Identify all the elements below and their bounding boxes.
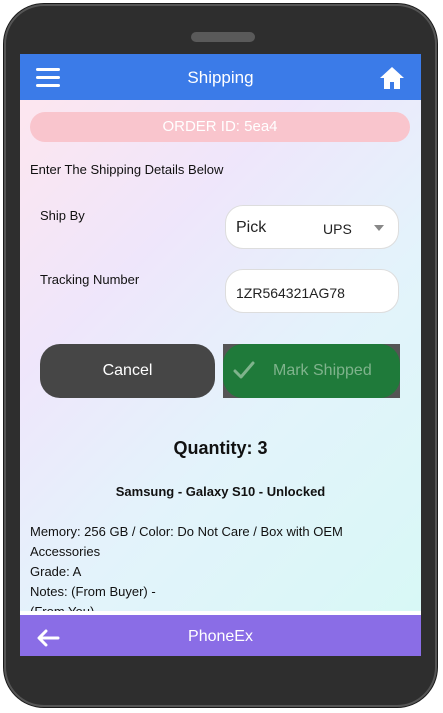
brand-name: PhoneEx xyxy=(188,628,253,645)
page-title: Shipping xyxy=(187,68,254,87)
details-line-buyer-notes: Notes: (From Buyer) - xyxy=(30,584,156,599)
mark-shipped-label: Mark Shipped xyxy=(273,362,372,379)
ship-by-placeholder: Pick xyxy=(236,219,267,236)
home-icon[interactable] xyxy=(379,66,405,90)
details-line-memory: Memory: 256 GB / Color: Do Not Care / Bo… xyxy=(30,524,343,559)
ship-by-select[interactable]: Pick UPS xyxy=(225,205,399,249)
ship-by-value: UPS xyxy=(323,221,352,237)
tracking-number-input[interactable]: 1ZR564321AG78 xyxy=(225,269,399,313)
main-content: ORDER ID: 5ea4 Enter The Shipping Detail… xyxy=(20,100,421,611)
screen: Shipping ORDER ID: 5ea4 Enter The Shippi… xyxy=(20,54,421,656)
top-bar: Shipping xyxy=(20,54,421,100)
phone-frame: Shipping ORDER ID: 5ea4 Enter The Shippi… xyxy=(4,4,437,707)
details-line-your-notes: (From You) - xyxy=(30,602,410,611)
item-details: Memory: 256 GB / Color: Do Not Care / Bo… xyxy=(30,522,410,611)
instructions-text: Enter The Shipping Details Below xyxy=(30,162,224,177)
tracking-number-label: Tracking Number xyxy=(40,272,140,287)
cancel-button[interactable]: Cancel xyxy=(40,344,215,398)
chevron-down-icon xyxy=(374,225,384,231)
mark-shipped-button[interactable]: Mark Shipped xyxy=(223,344,400,398)
ship-by-label: Ship By xyxy=(40,208,85,223)
product-name: Samsung - Galaxy S10 - Unlocked xyxy=(115,484,326,499)
speaker-grille xyxy=(191,32,255,42)
tracking-number-value: 1ZR564321AG78 xyxy=(236,285,345,301)
details-line-grade: Grade: A xyxy=(30,564,82,579)
check-icon xyxy=(233,361,255,379)
bottom-bar: PhoneEx xyxy=(20,615,421,656)
mark-shipped-container: Mark Shipped xyxy=(223,344,400,398)
order-id-badge: ORDER ID: 5ea4 xyxy=(30,112,410,142)
quantity-text: Quantity: 3 xyxy=(173,438,268,458)
